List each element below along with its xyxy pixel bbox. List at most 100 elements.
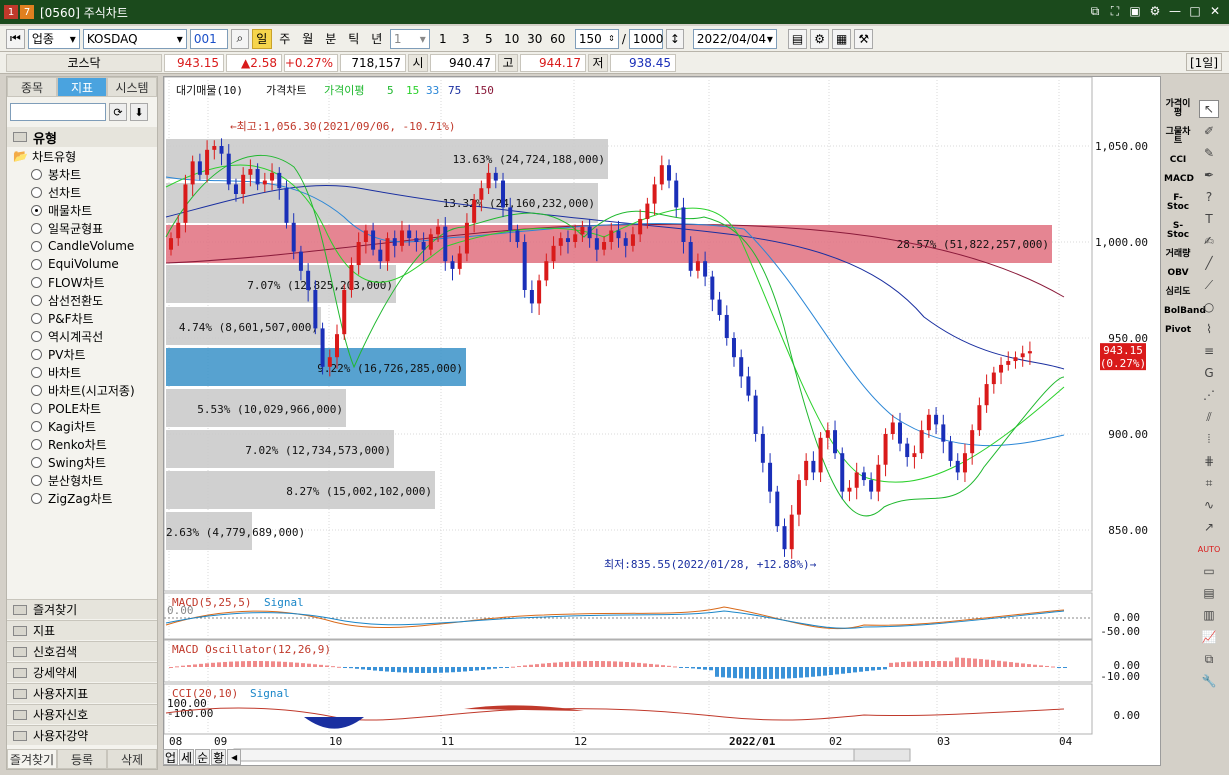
- tab-system[interactable]: 시스템: [107, 77, 157, 97]
- tab-sun[interactable]: 순: [195, 749, 211, 765]
- interval-60[interactable]: 60: [548, 29, 568, 49]
- indicator-shortcut[interactable]: 심리도: [1164, 288, 1192, 297]
- ray-icon[interactable]: ⟋: [1199, 276, 1219, 294]
- total-input[interactable]: 1000: [628, 28, 663, 49]
- radio-icon[interactable]: [31, 492, 42, 504]
- layout-icon[interactable]: ▤: [787, 28, 808, 49]
- chart-type-option[interactable]: 매물차트: [7, 201, 157, 219]
- scroll-left-icon[interactable]: ◂: [227, 749, 242, 765]
- chart-type-option[interactable]: ZigZag차트: [7, 489, 157, 507]
- tab-up[interactable]: 업: [163, 749, 179, 765]
- period-minute[interactable]: 분: [321, 29, 341, 49]
- text-icon[interactable]: T: [1199, 210, 1219, 228]
- doc-icon[interactable]: ▤: [1199, 584, 1219, 602]
- interval-5[interactable]: 5: [479, 29, 499, 49]
- radio-icon[interactable]: [31, 204, 42, 216]
- indicator-group[interactable]: 사용자지표: [7, 683, 157, 703]
- indicator-shortcut[interactable]: 거래량: [1164, 250, 1192, 259]
- interval-30[interactable]: 30: [525, 29, 545, 49]
- fibo-icon[interactable]: ⌇: [1199, 320, 1219, 338]
- count-stepper[interactable]: 150 ⇕: [574, 28, 619, 49]
- radio-icon[interactable]: [31, 420, 42, 432]
- chart-type-option[interactable]: Swing차트: [7, 453, 157, 471]
- interval-10[interactable]: 10: [502, 29, 522, 49]
- chart-type-option[interactable]: FLOW차트: [7, 273, 157, 291]
- chart-type-option[interactable]: POLE차트: [7, 399, 157, 417]
- gann-icon[interactable]: G: [1199, 364, 1219, 382]
- tab-hwang[interactable]: 황: [211, 749, 227, 765]
- chart-area[interactable]: 13.63% (24,724,188,000) 13.32% (24,160,23…: [163, 76, 1161, 766]
- interval-3[interactable]: 3: [456, 29, 476, 49]
- window-expand-icon[interactable]: ⛶: [1107, 3, 1123, 19]
- radio-icon[interactable]: [31, 474, 42, 486]
- bar-chart-icon[interactable]: ▥: [1199, 606, 1219, 624]
- fan-icon[interactable]: ⋰: [1199, 386, 1219, 404]
- minimize-button[interactable]: —: [1167, 3, 1183, 19]
- trend-icon[interactable]: ↗: [1199, 518, 1219, 536]
- chart-type-option[interactable]: 분산형차트: [7, 471, 157, 489]
- download-icon[interactable]: ⬇: [130, 103, 148, 121]
- search-icon[interactable]: ⌕: [230, 28, 249, 49]
- type-section-header[interactable]: 유형: [7, 127, 157, 147]
- radio-icon[interactable]: [31, 330, 42, 342]
- chart-type-option[interactable]: 선차트: [7, 183, 157, 201]
- cycle-icon[interactable]: ⦙: [1199, 430, 1219, 448]
- tab-stock[interactable]: 종목: [7, 77, 57, 97]
- line-icon[interactable]: ╱: [1199, 254, 1219, 272]
- chart-type-option[interactable]: 바차트(시고저종): [7, 381, 157, 399]
- chart-type-option[interactable]: P&F차트: [7, 309, 157, 327]
- radio-icon[interactable]: [31, 222, 42, 234]
- indicator-group[interactable]: 즐겨찾기: [7, 599, 157, 619]
- period-day[interactable]: 일: [251, 28, 272, 49]
- radio-icon[interactable]: [31, 348, 42, 360]
- chart-type-option[interactable]: EquiVolume: [7, 255, 157, 273]
- interval-1[interactable]: 1: [433, 29, 453, 49]
- apply-count-icon[interactable]: ↕: [665, 28, 684, 49]
- indicator-shortcut[interactable]: 가격이평: [1164, 100, 1192, 118]
- window-icon[interactable]: ▭: [1199, 562, 1219, 580]
- interval-select[interactable]: 1 ▾: [389, 28, 430, 49]
- period-week[interactable]: 주: [275, 29, 295, 49]
- circle-icon[interactable]: ○: [1199, 298, 1219, 316]
- close-button[interactable]: ✕: [1207, 3, 1223, 19]
- indicator-shortcut[interactable]: Pivot: [1164, 326, 1192, 335]
- maximize-button[interactable]: □: [1187, 3, 1203, 19]
- radio-icon[interactable]: [31, 312, 42, 324]
- chart-type-option[interactable]: 일목균형표: [7, 219, 157, 237]
- favorites-tab[interactable]: 즐겨찾기: [7, 749, 57, 769]
- radio-icon[interactable]: [31, 402, 42, 414]
- chart-type-option[interactable]: 삼선전환도: [7, 291, 157, 309]
- period-month[interactable]: 월: [298, 29, 318, 49]
- indicator-search-input[interactable]: [10, 103, 106, 121]
- eraser-icon[interactable]: ✐: [1199, 122, 1219, 140]
- price-chart[interactable]: 13.63% (24,724,188,000) 13.32% (24,160,23…: [163, 76, 1162, 767]
- window-link-icon[interactable]: ⧉: [1087, 3, 1103, 19]
- chart-type-option[interactable]: PV차트: [7, 345, 157, 363]
- date-select[interactable]: 2022/04/04 ▾: [692, 28, 777, 49]
- chart-type-option[interactable]: 바차트: [7, 363, 157, 381]
- indicator-group[interactable]: 사용자신호: [7, 704, 157, 724]
- radio-icon[interactable]: [31, 240, 42, 252]
- cursor-icon[interactable]: ↖: [1199, 100, 1219, 118]
- chart-type-option[interactable]: 봉차트: [7, 165, 157, 183]
- save-icon[interactable]: ▦: [832, 28, 852, 49]
- radio-icon[interactable]: [31, 294, 42, 306]
- grid-icon[interactable]: ⋕: [1199, 452, 1219, 470]
- compare-icon[interactable]: ⧉: [1199, 650, 1219, 668]
- market-select[interactable]: 업종 ▾: [27, 28, 80, 49]
- refresh-icon[interactable]: ⟳: [109, 103, 127, 121]
- radio-icon[interactable]: [31, 258, 42, 270]
- period-tick[interactable]: 틱: [344, 29, 364, 49]
- wave-icon[interactable]: ∿: [1199, 496, 1219, 514]
- radio-icon[interactable]: [31, 366, 42, 378]
- indicator-shortcut[interactable]: 그물차트: [1164, 128, 1192, 146]
- window-tile-icon[interactable]: ▣: [1127, 3, 1143, 19]
- chart-type-option[interactable]: 역시계곡선: [7, 327, 157, 345]
- indicator-shortcut[interactable]: S-Stoc: [1164, 222, 1192, 240]
- radio-icon[interactable]: [31, 276, 42, 288]
- indicator-shortcut[interactable]: MACD: [1164, 175, 1194, 184]
- indicator-group[interactable]: 강세약세: [7, 662, 157, 682]
- period-year[interactable]: 년: [367, 29, 387, 49]
- radio-icon[interactable]: [31, 384, 42, 396]
- indicator-group[interactable]: 신호검색: [7, 641, 157, 661]
